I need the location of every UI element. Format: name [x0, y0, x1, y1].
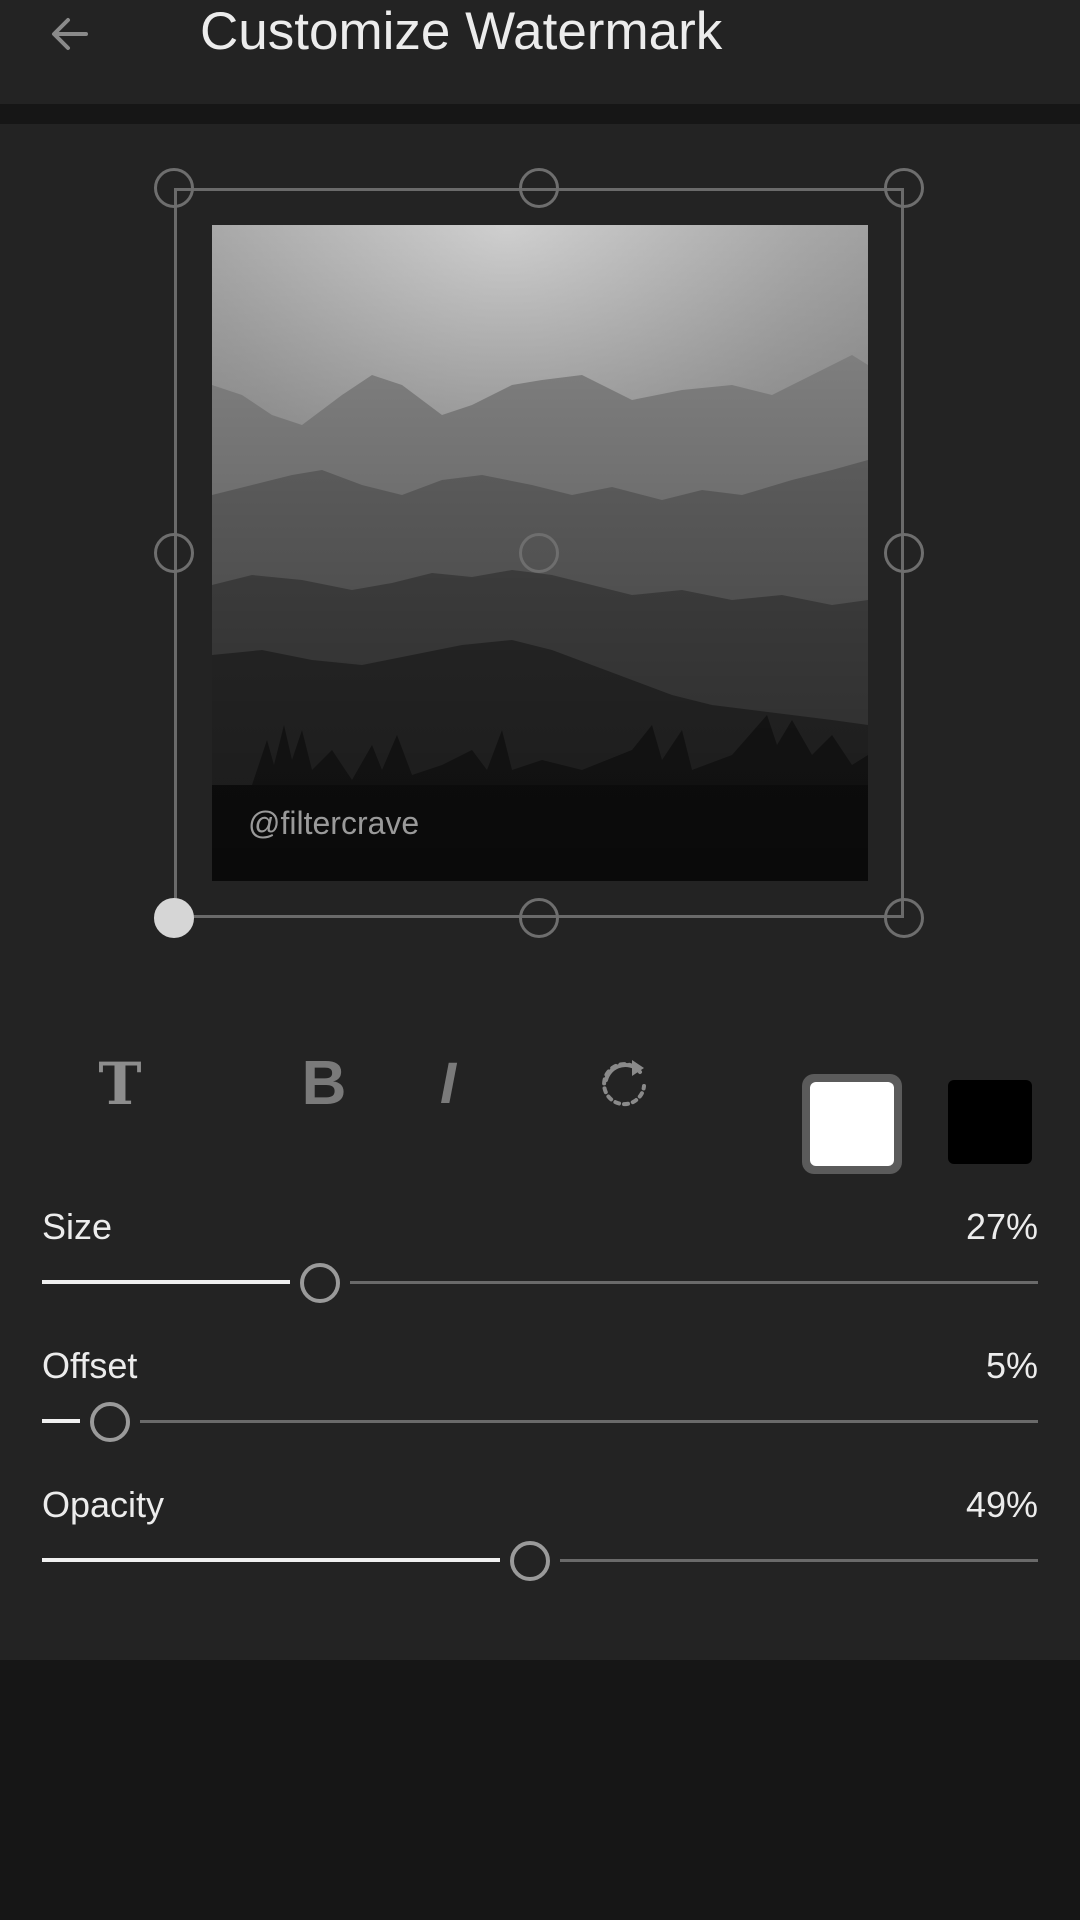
handle-center[interactable]	[519, 533, 559, 573]
text-tool-button[interactable]: T	[88, 1052, 152, 1116]
handle-bottom-center[interactable]	[519, 898, 559, 938]
slider-thumb[interactable]	[300, 1263, 341, 1303]
bold-icon: B	[301, 1049, 347, 1118]
slider-thumb[interactable]	[510, 1541, 551, 1581]
rotate-button[interactable]	[590, 1050, 658, 1118]
text-icon: T	[98, 1050, 142, 1118]
opacity-label: Opacity	[42, 1484, 165, 1525]
header-bar: Customize Watermark	[0, 0, 1080, 104]
size-slider[interactable]	[42, 1258, 1038, 1308]
slider-fill	[42, 1280, 291, 1284]
handle-top-left[interactable]	[154, 168, 194, 208]
size-label: Size	[42, 1206, 113, 1247]
rotate-icon	[602, 1060, 646, 1107]
offset-value: 5%	[985, 1345, 1038, 1386]
color-swatch-black[interactable]	[948, 1080, 1032, 1164]
customize-watermark-screen: Customize Watermark @filtercrave T B I S…	[0, 0, 1080, 1920]
handle-middle-left[interactable]	[154, 533, 194, 573]
back-button[interactable]	[40, 6, 100, 62]
handle-top-right[interactable]	[884, 168, 924, 208]
size-value: 27%	[965, 1206, 1038, 1247]
italic-button[interactable]: I	[420, 1052, 476, 1116]
opacity-value: 49%	[965, 1484, 1038, 1525]
slider-fill	[42, 1419, 80, 1423]
handle-top-center[interactable]	[519, 168, 559, 208]
page-title: Customize Watermark	[200, 2, 723, 61]
slider-thumb[interactable]	[89, 1402, 130, 1442]
bold-button[interactable]: B	[292, 1052, 356, 1116]
italic-icon: I	[439, 1051, 457, 1116]
slider-fill	[42, 1558, 501, 1562]
handle-bottom-left-selected[interactable]	[154, 898, 194, 938]
white-color-fill	[810, 1082, 894, 1166]
arrow-left-icon	[52, 18, 88, 50]
handle-middle-right[interactable]	[884, 533, 924, 573]
color-swatch-white-selected[interactable]	[802, 1074, 902, 1174]
slider-track	[42, 1420, 1038, 1423]
opacity-slider[interactable]	[42, 1536, 1038, 1586]
header-divider	[0, 104, 1080, 124]
offset-label: Offset	[42, 1345, 138, 1386]
offset-slider[interactable]	[42, 1397, 1038, 1447]
handle-bottom-right[interactable]	[884, 898, 924, 938]
watermark-text[interactable]: @filtercrave	[248, 805, 419, 842]
